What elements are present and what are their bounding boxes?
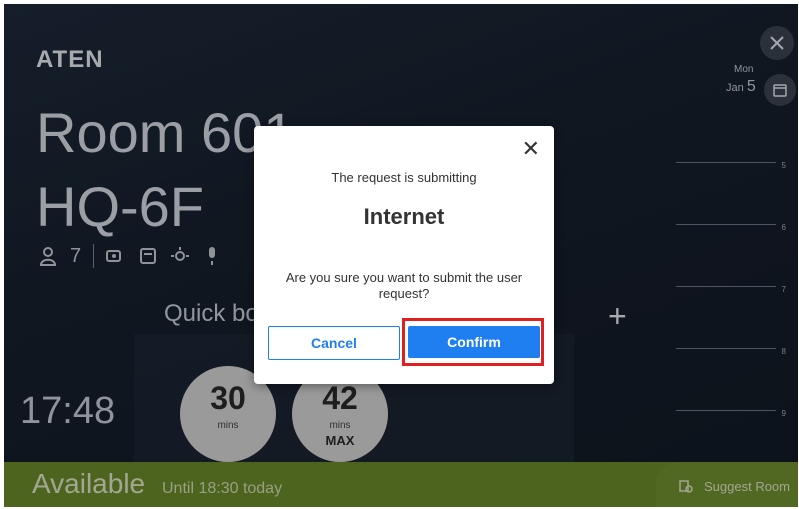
dialog-message: The request is submitting: [331, 170, 477, 185]
dialog-question: Are you sure you want to submit the user…: [285, 270, 523, 301]
confirm-highlight: [402, 318, 544, 366]
dialog-title: Internet: [363, 204, 445, 229]
cancel-button[interactable]: Cancel: [268, 326, 400, 360]
close-icon[interactable]: ✕: [522, 136, 540, 162]
